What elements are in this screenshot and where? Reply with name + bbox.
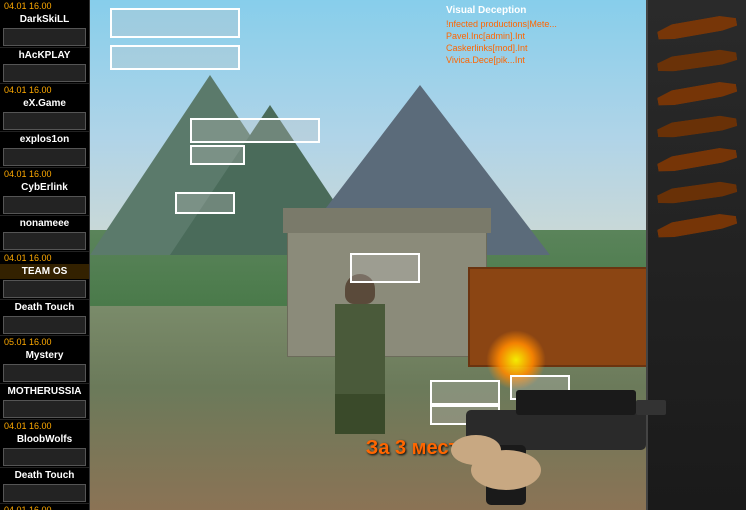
team-entry: Death Touch: [0, 468, 89, 504]
team-name: hAcKPLAY: [0, 48, 89, 63]
team-name: nonameee: [0, 216, 89, 231]
team-name: DarkSkiLL: [0, 12, 89, 27]
team-name: MOTHERUSSIA: [0, 384, 89, 399]
team-name: Death Touch: [0, 468, 89, 483]
team-date: 05.01 16.00: [0, 336, 89, 348]
score-bar: [3, 112, 86, 130]
team-name: Death Touch: [0, 300, 89, 315]
score-bar: [3, 364, 86, 382]
team-entry: 04.01 16.00Explo5lve: [0, 504, 89, 510]
team-entry: 04.01 16.00TEAM OS: [0, 252, 89, 300]
team-date: 04.01 16.00: [0, 0, 89, 12]
gun-icon-3: [655, 74, 738, 113]
score-bar: [3, 196, 86, 214]
hitbox-1: [110, 45, 240, 70]
team-entry: 04.01 16.00CybErlink: [0, 168, 89, 216]
team-name: BloobWolfs: [0, 432, 89, 447]
team-entry: hAcKPLAY: [0, 48, 89, 84]
team-entry: 05.01 16.00Mystery: [0, 336, 89, 384]
team-date: 04.01 16.00: [0, 420, 89, 432]
score-bar: [3, 448, 86, 466]
score-bar: [3, 400, 86, 418]
team-date: 04.01 16.00: [0, 252, 89, 264]
score-bar: [3, 232, 86, 250]
sidebar: 04.01 16.00DarkSkiLLhAcKPLAY04.01 16.00e…: [0, 0, 90, 510]
team-entry: Death Touch: [0, 300, 89, 336]
team-name: eX.Game: [0, 96, 89, 111]
team-entry: 04.01 16.00DarkSkiLL: [0, 0, 89, 48]
hitbox-4: [175, 192, 235, 214]
score-bar: [3, 64, 86, 82]
team-entry: explos1on: [0, 132, 89, 168]
team-date: 04.01 16.00: [0, 504, 89, 510]
hitbox-0: [110, 8, 240, 38]
team-entry: 04.01 16.00BloobWolfs: [0, 420, 89, 468]
game-background: Visual Deception !nfected productions|Me…: [90, 0, 746, 510]
hitbox-2: [190, 118, 320, 143]
score-bar: [3, 28, 86, 46]
hitbox-5: [350, 253, 420, 283]
score-bar: [3, 316, 86, 334]
team-list: 04.01 16.00DarkSkiLLhAcKPLAY04.01 16.00e…: [0, 0, 89, 510]
team-name: CybErlink: [0, 180, 89, 195]
team-entry: 04.01 16.00eX.Game: [0, 84, 89, 132]
team-entry: MOTHERUSSIA: [0, 384, 89, 420]
first-person-gun: [366, 310, 666, 510]
team-name: Mystery: [0, 348, 89, 363]
score-bar: [3, 280, 86, 298]
score-bar: [3, 148, 86, 166]
gun-icon-7: [655, 206, 738, 245]
team-entry: nonameee: [0, 216, 89, 252]
gun-icon-5: [655, 140, 738, 179]
score-bar: [3, 484, 86, 502]
team-name: TEAM OS: [0, 264, 89, 279]
gun-icon-4: [656, 109, 739, 145]
gun-icon-1: [655, 8, 738, 47]
hitbox-3: [190, 145, 245, 165]
team-date: 04.01 16.00: [0, 168, 89, 180]
team-date: 04.01 16.00: [0, 84, 89, 96]
team-name: explos1on: [0, 132, 89, 147]
gun-icon-6: [656, 175, 739, 211]
gun-icon-2: [656, 43, 739, 79]
